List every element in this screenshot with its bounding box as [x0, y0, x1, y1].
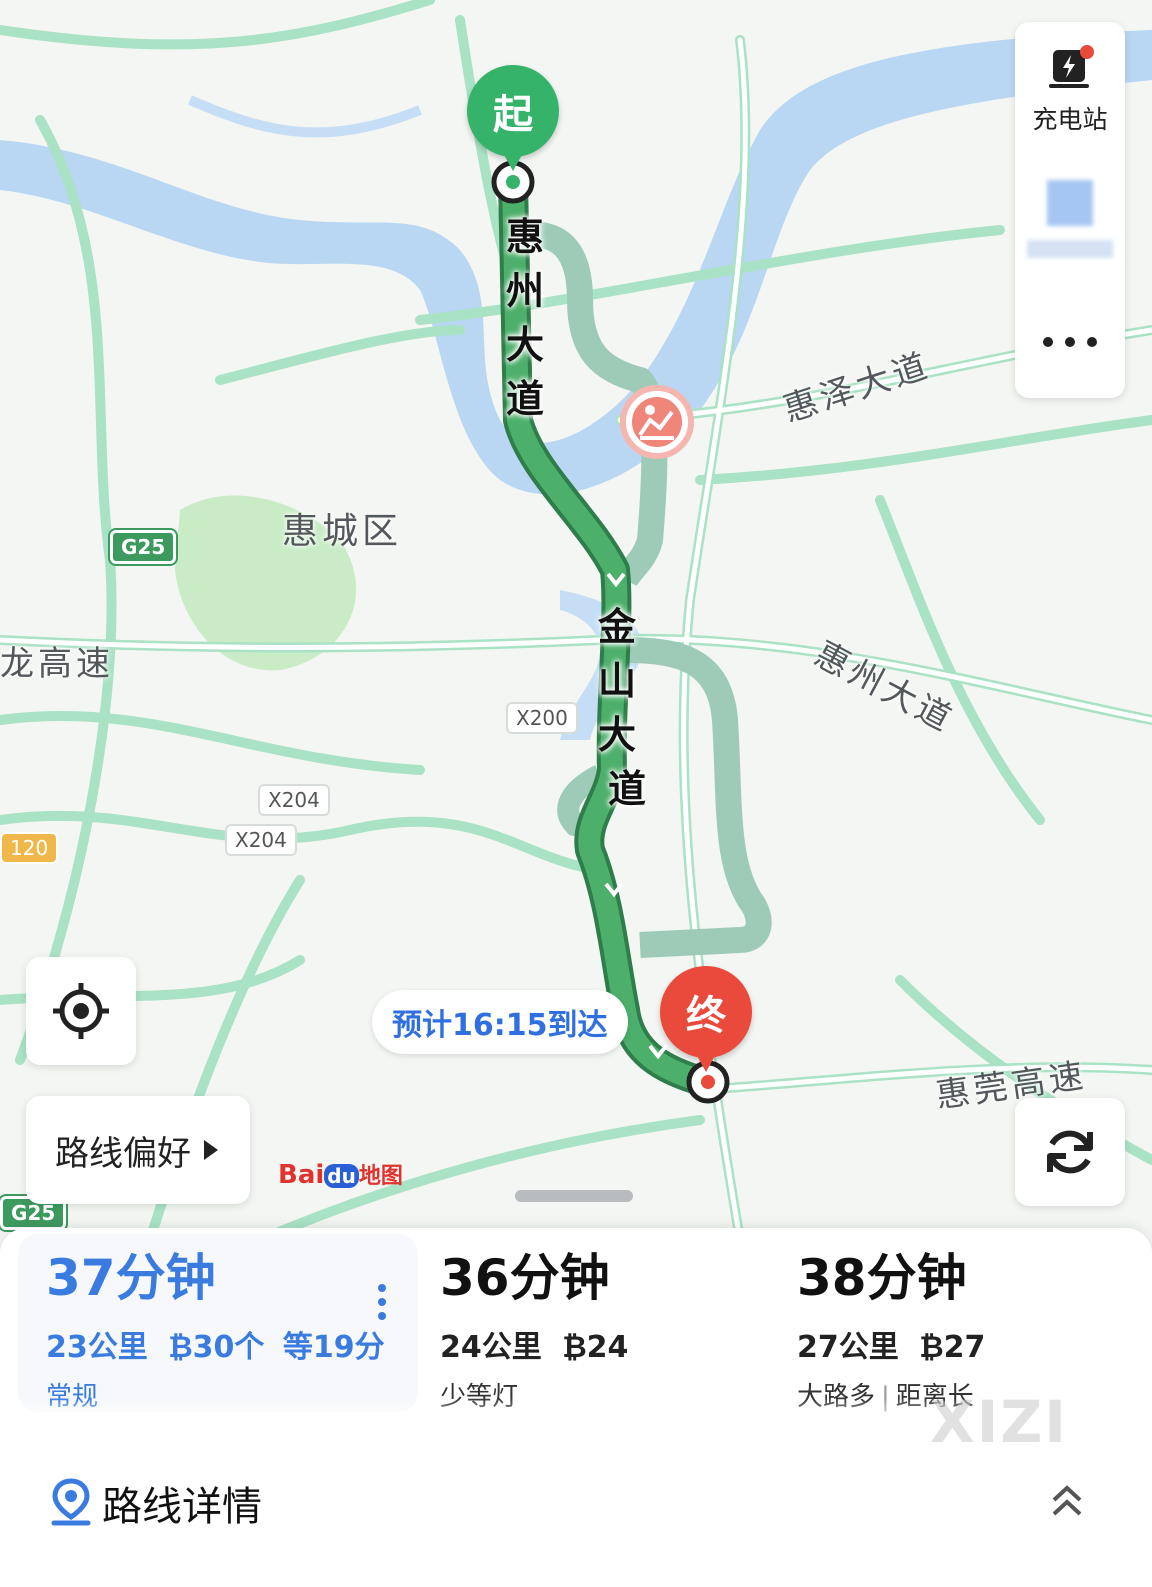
refresh-button[interactable]	[1015, 1098, 1125, 1206]
more-button[interactable]	[1015, 302, 1125, 382]
shield-x204-b: X204	[225, 824, 297, 856]
map-canvas[interactable]	[0, 0, 1152, 1240]
road-label-left-expwy: 龙高速	[0, 644, 114, 684]
route-option-2[interactable]: 36分钟 24公里 ₿24 少等灯	[440, 1248, 628, 1418]
shield-x204-a: X204	[258, 784, 330, 816]
route-preference-button[interactable]: 路线偏好	[26, 1096, 250, 1204]
sheet-drag-handle[interactable]	[515, 1190, 633, 1202]
triangle-right-icon	[204, 1140, 218, 1160]
charging-station-icon	[1049, 45, 1094, 88]
district-label: 惠城区	[282, 511, 403, 552]
charging-station-button[interactable]: 充电站	[1015, 32, 1125, 152]
construction-icon[interactable]	[620, 385, 694, 459]
map-view[interactable]: 惠城区 惠泽大道 惠州大道 惠莞高速 龙高速 惠 州 大 道 金 山 大 道 G…	[0, 0, 1152, 1240]
locate-crosshair-icon	[53, 983, 109, 1039]
blurred-layer-button[interactable]	[1027, 162, 1113, 272]
expand-details-button[interactable]	[1050, 1482, 1084, 1526]
road-label-huizhou-vertical: 惠 州 大 道	[505, 215, 544, 421]
location-pin-icon	[51, 1478, 91, 1526]
route-panel: 37分钟 23公里 ₿30个 等19分 常规 36分钟 24公里 ₿24 少等灯…	[0, 1228, 1152, 1587]
shield-g25-top: G25	[110, 530, 177, 564]
start-marker[interactable]: 起	[467, 65, 559, 171]
refresh-icon	[1047, 1130, 1093, 1174]
eta-bubble: 预计16:15到达	[372, 990, 628, 1054]
traffic-light-icon: ₿	[919, 1330, 944, 1365]
end-marker[interactable]: 终	[660, 966, 752, 1072]
traffic-light-icon: ₿	[168, 1330, 193, 1365]
locate-button[interactable]	[26, 957, 136, 1065]
watermark: XIZI	[930, 1388, 1068, 1456]
road-label-jinshan-vertical: 金 山 大 道	[597, 605, 647, 811]
right-control-stack: 充电站	[1015, 22, 1125, 398]
route-option-1-more-icon[interactable]	[376, 1282, 388, 1326]
more-dots-icon	[1043, 337, 1097, 347]
baidu-map-logo: Bai du 地图	[278, 1160, 403, 1190]
shield-x200: X200	[506, 702, 578, 734]
traffic-light-icon: ₿	[562, 1330, 587, 1365]
double-chevron-up-icon	[1052, 1485, 1082, 1516]
shield-120: 120	[0, 832, 59, 864]
route-option-1[interactable]: 37分钟 23公里 ₿30个 等19分 常规	[46, 1248, 385, 1418]
route-details-row[interactable]: 路线详情	[48, 1474, 262, 1532]
